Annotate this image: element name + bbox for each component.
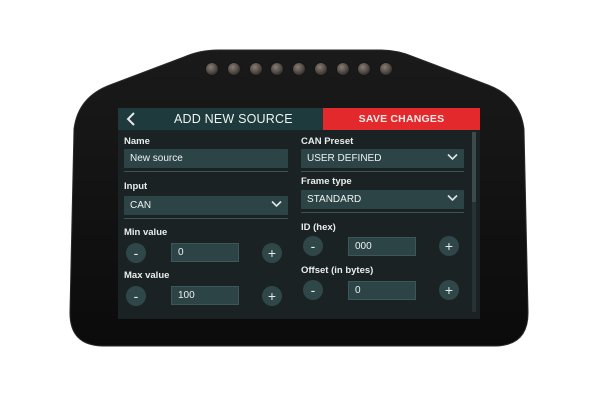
can-preset-label: CAN Preset <box>301 136 354 147</box>
divider <box>124 171 288 172</box>
max-decrement-button[interactable]: - <box>126 286 146 306</box>
input-value: CAN <box>130 200 152 211</box>
max-increment-button[interactable]: + <box>262 286 282 306</box>
shift-light <box>293 63 305 75</box>
min-value-label: Min value <box>124 227 168 238</box>
can-preset-select[interactable]: USER DEFINED <box>301 149 464 168</box>
chevron-down-icon <box>447 190 458 209</box>
shift-light <box>358 63 371 75</box>
name-value: New source <box>130 153 183 164</box>
offset-decrement-button[interactable]: - <box>303 280 323 300</box>
name-label: Name <box>124 136 150 147</box>
divider <box>124 218 288 219</box>
max-value-label: Max value <box>124 270 170 281</box>
shift-light <box>206 63 218 75</box>
shift-light <box>249 63 262 75</box>
shift-light <box>380 63 392 75</box>
shift-light <box>336 63 349 75</box>
page-title: ADD NEW SOURCE <box>174 112 293 126</box>
id-increment-button[interactable]: + <box>439 236 459 256</box>
divider <box>301 171 464 172</box>
chevron-left-icon <box>126 112 135 126</box>
id-decrement-button[interactable]: - <box>303 236 323 256</box>
frame-type-value: STANDARD <box>307 194 362 205</box>
min-increment-button[interactable]: + <box>262 243 282 263</box>
scrollbar[interactable] <box>472 132 476 312</box>
chevron-down-icon <box>271 196 282 215</box>
min-decrement-button[interactable]: - <box>126 243 146 263</box>
offset-label: Offset (in bytes) <box>301 265 374 276</box>
input-select[interactable]: CAN <box>124 196 288 215</box>
dash-display-device: ADD NEW SOURCE SAVE CHANGES Name New sou… <box>68 49 530 349</box>
header-bar: ADD NEW SOURCE SAVE CHANGES <box>118 108 480 130</box>
frame-type-select[interactable]: STANDARD <box>301 190 464 209</box>
save-changes-button[interactable]: SAVE CHANGES <box>323 108 480 130</box>
id-hex-input[interactable]: 000 <box>348 237 416 256</box>
shift-light <box>314 63 327 75</box>
offset-input[interactable]: 0 <box>348 281 416 300</box>
shift-lights <box>206 63 392 77</box>
input-label: Input <box>124 181 148 192</box>
offset-increment-button[interactable]: + <box>439 280 459 300</box>
min-value-input[interactable]: 0 <box>171 243 239 262</box>
chevron-down-icon <box>447 149 458 168</box>
name-input[interactable]: New source <box>124 149 288 168</box>
shift-light <box>271 63 284 75</box>
id-hex-label: ID (hex) <box>301 222 336 233</box>
frame-type-label: Frame type <box>301 176 352 187</box>
back-button[interactable] <box>122 108 140 130</box>
max-value-input[interactable]: 100 <box>171 286 239 305</box>
shift-light <box>227 63 240 75</box>
display-screen: ADD NEW SOURCE SAVE CHANGES Name New sou… <box>118 108 480 319</box>
divider <box>301 212 464 213</box>
scrollbar-thumb[interactable] <box>472 132 476 202</box>
can-preset-value: USER DEFINED <box>307 153 382 164</box>
